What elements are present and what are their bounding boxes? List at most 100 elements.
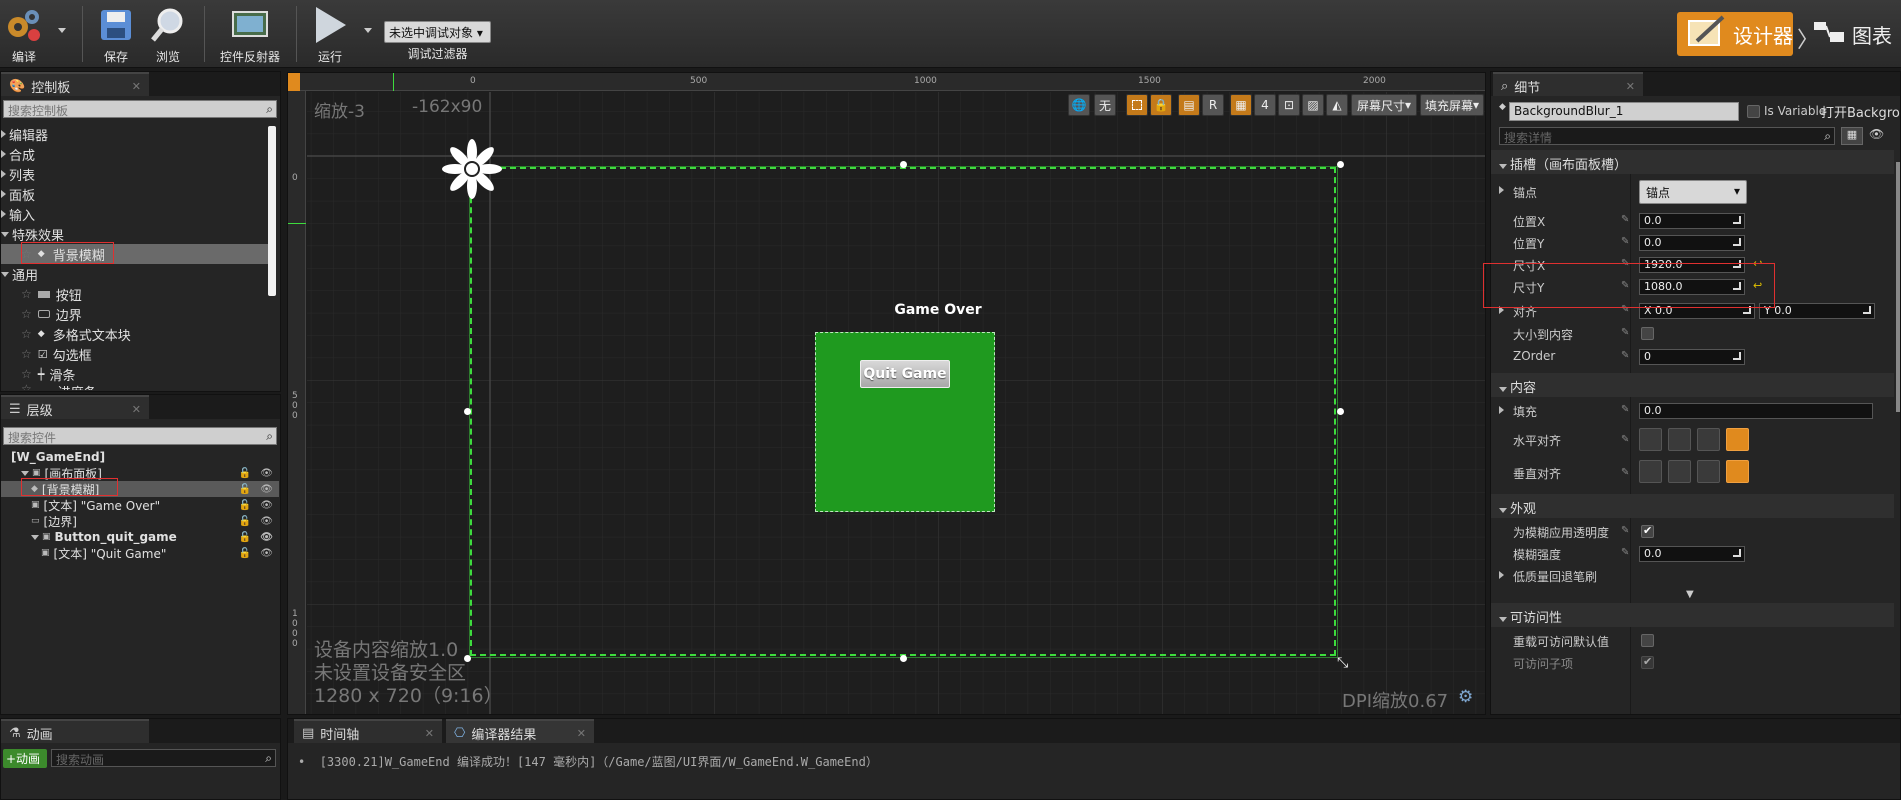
- tab-timeline[interactable]: ▤ 时间轴 ✕: [294, 719, 442, 743]
- palette-item-rich-text[interactable]: ☆ ◆ 多格式文本块: [1, 324, 271, 344]
- palette-scrollbar[interactable]: [268, 126, 276, 296]
- animation-search-input[interactable]: 搜索动画 ⌕: [51, 749, 276, 767]
- tab-hierarchy[interactable]: ☰ 层级 ✕: [1, 395, 149, 419]
- pos-y-field[interactable]: 0.0: [1639, 235, 1745, 251]
- game-over-text[interactable]: Game Over: [868, 302, 1008, 318]
- globe-icon[interactable]: 🌐: [1068, 94, 1090, 116]
- apply-alpha-checkbox[interactable]: [1641, 524, 1654, 538]
- align-right-button[interactable]: [1697, 428, 1720, 451]
- align-bottom-button[interactable]: [1697, 460, 1720, 483]
- screen-size-dropdown[interactable]: 屏幕尺寸 ▾: [1351, 94, 1417, 116]
- align-middle-button[interactable]: [1668, 460, 1691, 483]
- hierarchy-item[interactable]: ▣ [文本] "Quit Game" 🔓 👁: [1, 545, 279, 561]
- anchor-icon[interactable]: [440, 137, 504, 201]
- grid-size-toggle[interactable]: 4: [1254, 94, 1276, 116]
- hierarchy-item[interactable]: [W_GameEnd]: [1, 449, 279, 465]
- lock-icon[interactable]: 🔓: [239, 468, 251, 479]
- eye-icon[interactable]: 👁: [260, 484, 273, 495]
- flip-icon[interactable]: ◭: [1326, 94, 1348, 116]
- align-fill-button[interactable]: [1726, 428, 1749, 451]
- outline-toggle[interactable]: [1126, 94, 1148, 116]
- palette-item-button[interactable]: ☆ 按钮: [1, 284, 271, 304]
- palette-category-editor[interactable]: 编辑器: [1, 124, 271, 144]
- palette-item-checkbox[interactable]: ☆ ☑ 勾选框: [1, 344, 271, 364]
- eye-icon[interactable]: 👁: [260, 500, 273, 511]
- lock-icon[interactable]: 🔓: [239, 532, 251, 543]
- tab-palette[interactable]: 🎨 控制板 ✕: [1, 72, 149, 96]
- align-vfill-button[interactable]: [1726, 460, 1749, 483]
- layout-toggle[interactable]: ▤: [1178, 94, 1200, 116]
- save-button[interactable]: 保存: [96, 4, 136, 64]
- close-icon[interactable]: ✕: [132, 80, 141, 93]
- hierarchy-item[interactable]: ▣ [文本] "Game Over" 🔓 👁: [1, 497, 279, 513]
- expand-icon[interactable]: [1499, 186, 1504, 194]
- graph-mode-button[interactable]: 图表: [1812, 12, 1892, 56]
- tab-compiler-results[interactable]: ⎔ 编译器结果 ✕: [446, 719, 594, 743]
- star-icon[interactable]: ☆: [21, 347, 32, 361]
- close-icon[interactable]: ✕: [425, 727, 434, 740]
- compile-button[interactable]: 编译: [2, 4, 46, 64]
- palette-category-panel[interactable]: 面板: [1, 184, 271, 204]
- collapse-icon[interactable]: [21, 470, 29, 476]
- edit-icon[interactable]: ✎: [1621, 404, 1629, 415]
- zorder-field[interactable]: 0: [1639, 349, 1745, 365]
- edit-icon[interactable]: ✎: [1621, 547, 1629, 558]
- tab-details[interactable]: ⌕ 细节 ✕: [1493, 72, 1643, 96]
- widget-reflector-button[interactable]: 控件反射器: [216, 4, 284, 64]
- star-icon[interactable]: ☆: [21, 307, 32, 321]
- star-icon[interactable]: ☆: [21, 327, 32, 341]
- palette-category-list[interactable]: 列表: [1, 164, 271, 184]
- designer-viewport[interactable]: 0 500 1000 1500 2000 0 500 1000 缩放-3 -16…: [287, 72, 1486, 715]
- edit-icon[interactable]: ✎: [1621, 467, 1629, 478]
- resize-handle[interactable]: [900, 655, 907, 662]
- settings-gear-icon[interactable]: ⚙: [1458, 687, 1473, 707]
- lock-icon[interactable]: 🔓: [239, 500, 251, 511]
- expand-icon[interactable]: [1499, 571, 1504, 579]
- border-widget[interactable]: Quit Game: [815, 332, 995, 512]
- edit-icon[interactable]: ✎: [1621, 525, 1629, 536]
- palette-item-slider[interactable]: ☆ ┿ 滑条: [1, 364, 271, 384]
- edit-icon[interactable]: ✎: [1621, 236, 1629, 247]
- add-animation-button[interactable]: +动画: [3, 749, 47, 768]
- edit-icon[interactable]: ✎: [1621, 350, 1629, 361]
- expand-more-icon[interactable]: ▼: [1686, 589, 1694, 600]
- hierarchy-item[interactable]: ▭ [边界] 🔓 👁: [1, 513, 279, 529]
- palette-category-composite[interactable]: 合成: [1, 144, 271, 164]
- palette-item-border[interactable]: ☆ 边界: [1, 304, 271, 324]
- resize-handle[interactable]: [464, 408, 471, 415]
- eye-icon[interactable]: 👁: [260, 468, 273, 479]
- collapse-icon[interactable]: [31, 534, 39, 540]
- view-options-icon[interactable]: ▦: [1841, 127, 1863, 145]
- palette-category-common[interactable]: 通用: [1, 264, 271, 284]
- close-icon[interactable]: ✕: [132, 403, 141, 416]
- eye-icon[interactable]: 👁: [1869, 127, 1884, 141]
- override-access-checkbox[interactable]: [1641, 634, 1654, 647]
- resize-handle[interactable]: [1337, 408, 1344, 415]
- edit-icon[interactable]: ✎: [1621, 327, 1629, 338]
- pos-x-field[interactable]: 0.0: [1639, 213, 1745, 229]
- resize-handle[interactable]: [900, 161, 907, 168]
- content-section-header[interactable]: 内容: [1491, 373, 1894, 397]
- play-dropdown-icon[interactable]: [364, 28, 372, 33]
- resize-corner-icon[interactable]: ⤡: [1337, 655, 1353, 671]
- is-variable-checkbox[interactable]: [1747, 105, 1760, 118]
- lock-icon[interactable]: 🔓: [239, 484, 251, 495]
- size-to-content-checkbox[interactable]: [1641, 327, 1654, 340]
- open-blueprint-link[interactable]: 打开Backgrou: [1821, 102, 1900, 121]
- expand-icon[interactable]: [1499, 406, 1504, 414]
- hierarchy-search-input[interactable]: 搜索控件 ⌕: [3, 427, 277, 445]
- eye-icon[interactable]: 👁: [260, 548, 273, 559]
- browse-button[interactable]: 浏览: [148, 4, 188, 64]
- quit-game-button[interactable]: Quit Game: [860, 360, 950, 388]
- fit-icon[interactable]: ⊡: [1278, 94, 1300, 116]
- palette-search-input[interactable]: 搜索控制板 ⌕: [3, 100, 277, 118]
- appearance-section-header[interactable]: 外观: [1491, 494, 1894, 518]
- close-icon[interactable]: ✕: [577, 727, 586, 740]
- details-search-input[interactable]: 搜索详情 ⌕: [1499, 127, 1835, 145]
- star-icon[interactable]: ☆: [21, 287, 32, 301]
- lock-icon[interactable]: 🔒: [1150, 94, 1172, 116]
- tab-animation[interactable]: ⚗ 动画: [1, 719, 149, 743]
- lock-icon[interactable]: 🔓: [239, 548, 251, 559]
- palette-category-input[interactable]: 输入: [1, 204, 271, 224]
- image-icon[interactable]: ▨: [1302, 94, 1324, 116]
